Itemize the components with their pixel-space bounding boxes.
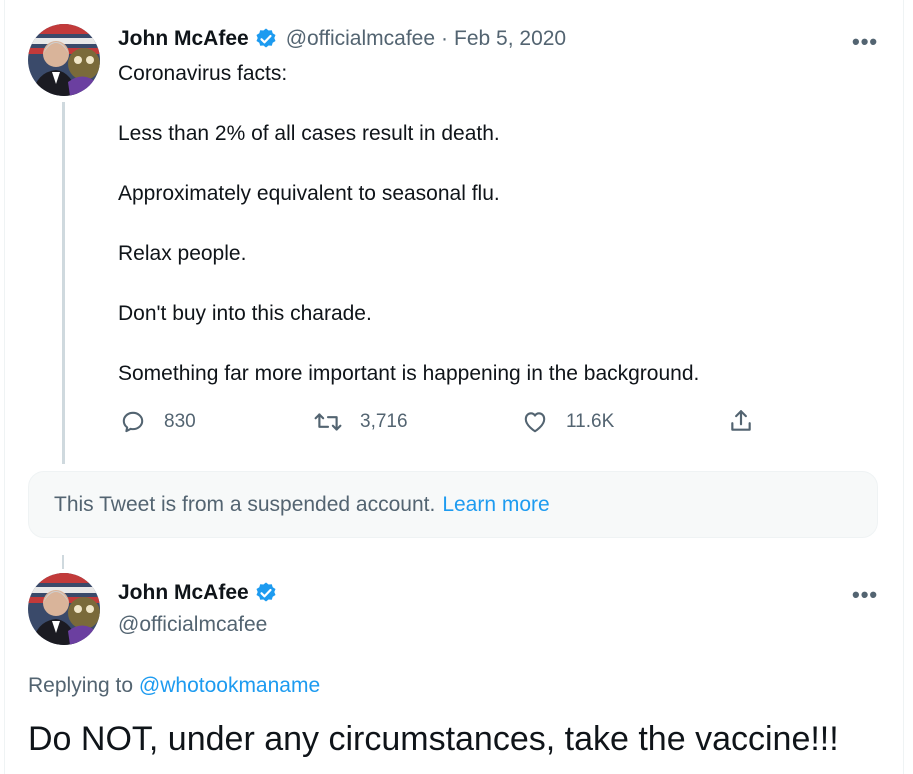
like-button[interactable]: 11.6K	[522, 409, 614, 435]
frame-left-border	[4, 0, 5, 774]
author-name[interactable]: John McAfee	[118, 27, 249, 51]
share-icon	[731, 410, 751, 431]
reply-icon	[122, 411, 144, 433]
tweet-text-line: Approximately equivalent to seasonal flu…	[118, 182, 500, 205]
more-icon[interactable]: •••	[852, 582, 878, 608]
like-count: 11.6K	[566, 411, 615, 432]
suspended-account-notice: This Tweet is from a suspended account. …	[28, 471, 878, 538]
replying-to-link[interactable]: @whotookmaname	[139, 674, 320, 697]
header-separator: ·	[441, 27, 449, 50]
retweet-icon	[314, 413, 342, 431]
more-icon[interactable]: •••	[852, 29, 878, 55]
retweet-button[interactable]: 3,716	[314, 409, 408, 435]
tweet-text-line: Something far more important is happenin…	[118, 362, 700, 385]
frame-right-border	[903, 0, 904, 774]
tweet-main-text: Do NOT, under any circumstances, take th…	[28, 720, 839, 758]
thread-connector	[62, 102, 65, 464]
author-handle[interactable]: @officialmcafee	[286, 27, 435, 51]
avatar-image	[28, 24, 100, 96]
tweet-header: John McAfee	[118, 581, 278, 605]
avatar[interactable]	[28, 573, 100, 645]
reply-button[interactable]: 830	[120, 409, 196, 435]
author-handle[interactable]: @officialmcafee	[118, 613, 267, 637]
verified-badge-icon	[254, 581, 278, 605]
reply-count: 830	[164, 411, 196, 432]
avatar-image	[28, 573, 100, 645]
share-button[interactable]	[728, 408, 772, 434]
tweet-text-line: Relax people.	[118, 242, 247, 265]
thread-connector-top	[62, 555, 64, 569]
replying-to: Replying to @whotookmaname	[28, 674, 320, 698]
tweet-date[interactable]: Feb 5, 2020	[454, 27, 566, 51]
avatar[interactable]	[28, 24, 100, 96]
author-name[interactable]: John McAfee	[118, 581, 249, 605]
verified-badge-icon	[254, 27, 278, 51]
tweet-text-line: Less than 2% of all cases result in deat…	[118, 122, 500, 145]
like-icon	[524, 412, 546, 433]
tweet-header: John McAfee @officialmcafee · Feb 5, 202…	[118, 27, 566, 51]
retweet-count: 3,716	[360, 411, 408, 432]
replying-prefix: Replying to	[28, 674, 134, 697]
tweet-text-line: Coronavirus facts:	[118, 62, 288, 85]
learn-more-link[interactable]: Learn more	[442, 493, 549, 517]
suspended-notice-text: This Tweet is from a suspended account.	[54, 492, 436, 516]
tweet-text-line: Don't buy into this charade.	[118, 302, 372, 325]
